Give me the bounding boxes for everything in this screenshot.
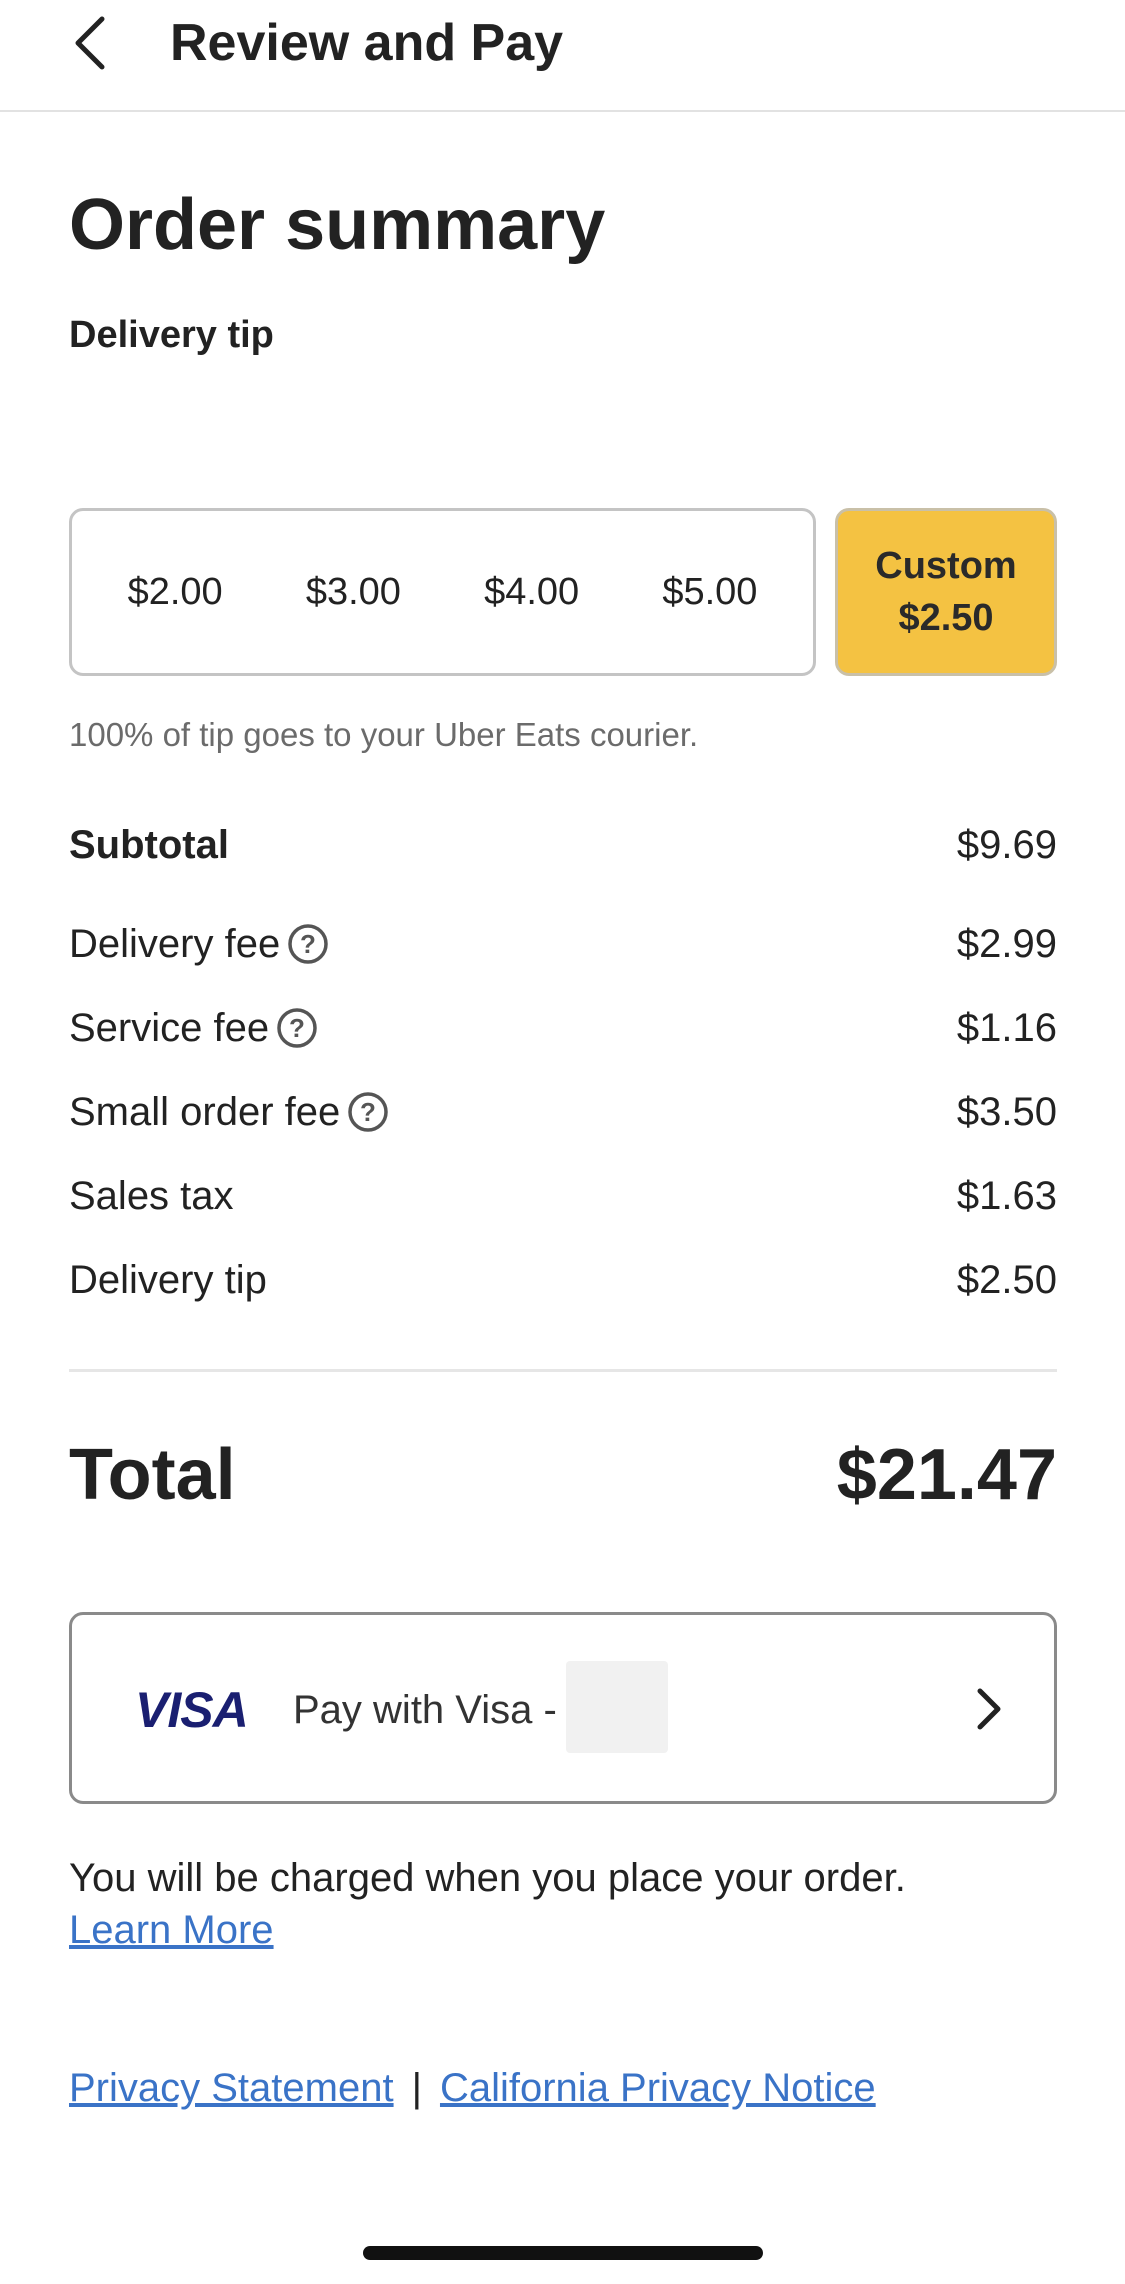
small-order-fee-value: $3.50: [956, 1089, 1057, 1134]
subtotal-label: Subtotal: [69, 822, 229, 867]
learn-more-link[interactable]: Learn More: [69, 1904, 274, 1956]
tip-option-2[interactable]: $2.00: [118, 551, 233, 634]
svg-text:?: ?: [289, 1013, 305, 1043]
footer-separator: |: [411, 2066, 422, 2110]
tip-custom-button[interactable]: Custom $2.50: [835, 508, 1057, 676]
tip-custom-amount: $2.50: [898, 597, 994, 639]
delivery-fee-label: Delivery fee: [69, 921, 281, 966]
service-fee-label: Service fee: [69, 1005, 270, 1050]
small-order-fee-row: Small order fee ? $3.50: [69, 1082, 1057, 1142]
question-circle-icon[interactable]: ?: [346, 1090, 390, 1134]
tip-option-3[interactable]: $3.00: [296, 551, 411, 634]
total-value: $21.47: [836, 1435, 1057, 1515]
sales-tax-label: Sales tax: [69, 1173, 234, 1218]
california-privacy-notice-link[interactable]: California Privacy Notice: [440, 2062, 876, 2114]
small-order-fee-label: Small order fee: [69, 1089, 341, 1134]
svg-text:?: ?: [300, 929, 316, 959]
sales-tax-row: Sales tax $1.63: [69, 1166, 1057, 1226]
card-number-redacted: [566, 1661, 668, 1753]
delivery-fee-value: $2.99: [956, 921, 1057, 966]
charge-note: You will be charged when you place your …: [69, 1856, 906, 1900]
delivery-tip-label: Delivery tip: [69, 1257, 267, 1302]
subtotal-row: Subtotal $9.69: [69, 815, 1057, 875]
header-bar: Review and Pay: [0, 0, 1125, 112]
payment-method-button[interactable]: VISA Pay with Visa -: [69, 1612, 1057, 1804]
tip-section-label: Delivery tip: [69, 314, 274, 356]
subtotal-value: $9.69: [956, 822, 1057, 867]
chevron-left-icon: [75, 16, 105, 70]
total-row: Total $21.47: [69, 1430, 1057, 1520]
page-title: Order summary: [69, 185, 606, 265]
tip-option-4[interactable]: $4.00: [474, 551, 589, 634]
tip-note: 100% of tip goes to your Uber Eats couri…: [69, 716, 699, 753]
footer-links: Privacy Statement | California Privacy N…: [69, 2062, 876, 2114]
sales-tax-value: $1.63: [956, 1173, 1057, 1218]
tip-option-5[interactable]: $5.00: [652, 551, 767, 634]
delivery-tip-row: Delivery tip $2.50: [69, 1250, 1057, 1310]
header-title: Review and Pay: [170, 14, 564, 72]
question-circle-icon[interactable]: ?: [286, 922, 330, 966]
payment-method-label: Pay with Visa -: [293, 1688, 557, 1732]
home-indicator: [363, 2246, 763, 2260]
svg-text:?: ?: [360, 1097, 376, 1127]
total-label: Total: [69, 1435, 236, 1515]
back-button[interactable]: [60, 8, 120, 78]
question-circle-icon[interactable]: ?: [275, 1006, 319, 1050]
delivery-tip-value: $2.50: [956, 1257, 1057, 1302]
chevron-right-icon: [977, 1688, 1001, 1730]
tip-options-group: $2.00 $3.00 $4.00 $5.00: [69, 508, 816, 676]
delivery-fee-row: Delivery fee ? $2.99: [69, 914, 1057, 974]
privacy-statement-link[interactable]: Privacy Statement: [69, 2062, 394, 2114]
tip-custom-label: Custom: [875, 545, 1017, 587]
service-fee-value: $1.16: [956, 1005, 1057, 1050]
visa-logo-icon: VISA: [135, 1682, 249, 1738]
divider: [69, 1369, 1057, 1372]
service-fee-row: Service fee ? $1.16: [69, 998, 1057, 1058]
